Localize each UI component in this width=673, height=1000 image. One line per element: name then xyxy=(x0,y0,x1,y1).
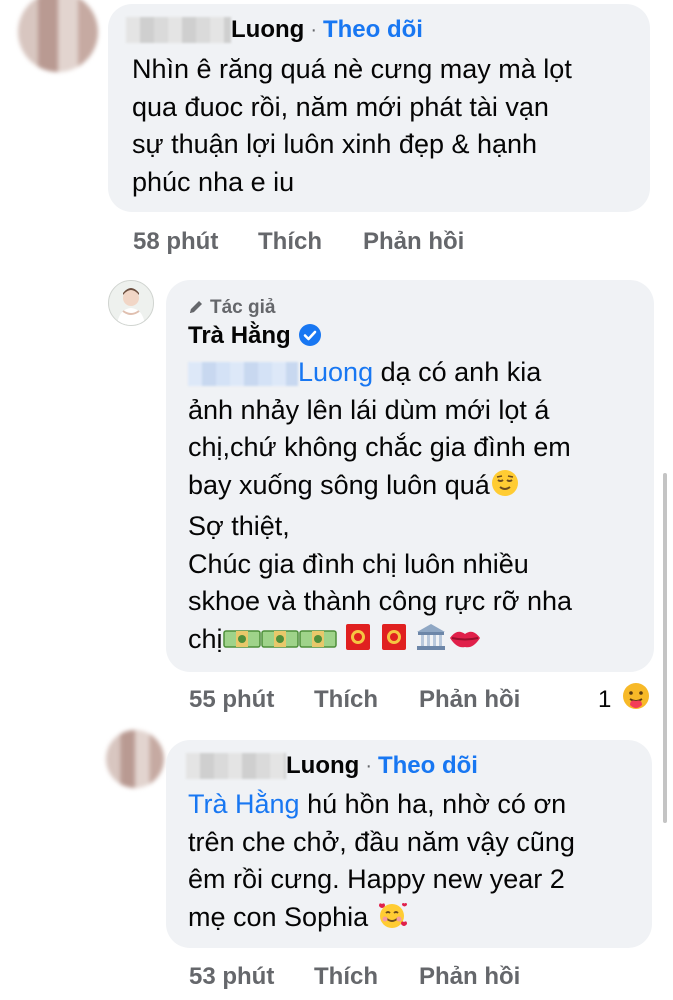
comment-header: Luong · Theo dõi xyxy=(186,752,478,784)
mention-link[interactable]: Luong xyxy=(298,357,373,387)
verified-badge-icon xyxy=(299,324,322,351)
like-button[interactable]: Thích xyxy=(314,963,378,991)
comment-line: mẹ con Sophia xyxy=(188,899,648,941)
comment-meta: 58 phút Thích Phản hồi xyxy=(0,228,673,258)
timestamp[interactable]: 58 phút xyxy=(133,228,218,256)
comment-line: Luong dạ có anh kia xyxy=(188,354,648,392)
money-emoji xyxy=(298,625,337,663)
follow-link[interactable]: Theo dõi xyxy=(378,752,478,779)
comment-line: ảnh nhảy lên lái dùm mới lọt á xyxy=(188,394,550,425)
reaction-count[interactable]: 1 xyxy=(598,686,611,714)
comment-text: Trà Hằng hú hồn ha, nhờ có ơn trên che c… xyxy=(188,786,648,940)
comment-line: êm rồi cưng. Happy new year 2 xyxy=(188,864,565,894)
blurred-mention xyxy=(188,361,298,386)
avatar-image xyxy=(109,281,153,325)
reply-button[interactable]: Phản hồi xyxy=(419,963,520,991)
comment-line-text: mẹ con Sophia xyxy=(188,901,369,932)
author-name[interactable]: Luong xyxy=(286,752,359,779)
care-reaction-icon[interactable] xyxy=(619,680,653,719)
comment-line: sự thuận lợi luôn xinh đẹp & hạnh xyxy=(132,129,538,159)
blurred-name xyxy=(186,753,286,779)
separator-dot: · xyxy=(365,754,372,777)
lips-emoji xyxy=(447,624,483,663)
author-name[interactable]: Luong xyxy=(231,16,304,43)
comment-line: trên che chở, đầu năm vậy cũng xyxy=(188,826,575,857)
bank-emoji xyxy=(415,622,447,663)
comment-meta: 53 phút Thích Phản hồi xyxy=(0,963,673,993)
comment-line: Sợ thiệt, xyxy=(188,511,290,541)
money-emoji xyxy=(260,625,299,663)
timestamp[interactable]: 53 phút xyxy=(189,963,274,991)
separator-dot: · xyxy=(310,18,317,41)
mention-link[interactable]: Trà Hằng xyxy=(188,789,300,819)
comment-meta: 55 phút Thích Phản hồi 1 xyxy=(0,686,673,716)
relieved-face-emoji xyxy=(490,468,520,509)
red-envelope-emoji xyxy=(380,622,408,663)
author-name[interactable]: Trà Hằng xyxy=(188,322,291,349)
commenter-avatar[interactable] xyxy=(18,0,98,72)
follow-link[interactable]: Theo dõi xyxy=(323,16,423,43)
comment-line-text: bay xuống sông luôn quá xyxy=(188,469,490,500)
blurred-name xyxy=(126,17,231,43)
red-envelope-emoji xyxy=(344,622,372,663)
timestamp[interactable]: 55 phút xyxy=(189,686,274,714)
reply-button[interactable]: Phản hồi xyxy=(419,686,520,714)
author-badge-label: Tác giả xyxy=(210,297,276,318)
comment-line-text: chị xyxy=(188,623,223,654)
comment-line: chị,chứ không chắc gia đình em xyxy=(188,432,571,462)
author-avatar[interactable] xyxy=(108,280,154,326)
comment-text: Luong dạ có anh kia ảnh nhảy lên lái dùm… xyxy=(188,354,648,662)
comment-line: bay xuống sông luôn quá xyxy=(188,467,648,509)
author-badge: Tác giả xyxy=(188,297,275,319)
money-emoji xyxy=(222,625,261,663)
comment-header: Trà Hằng xyxy=(188,322,322,351)
reply-button[interactable]: Phản hồi xyxy=(363,228,464,256)
comment-line-text: dạ có anh kia xyxy=(380,357,542,387)
comment-text: Nhìn ê răng quá nè cưng may mà lọt qua đ… xyxy=(132,51,632,201)
comment-line: Trà Hằng hú hồn ha, nhờ có ơn xyxy=(188,786,648,824)
comment-header: Luong · Theo dõi xyxy=(126,16,423,48)
comment-line: Nhìn ê răng quá nè cưng may mà lọt xyxy=(132,54,572,84)
commenter-avatar[interactable] xyxy=(106,730,164,788)
comment-line-text: hú hồn ha, nhờ có ơn xyxy=(307,789,567,819)
like-button[interactable]: Thích xyxy=(258,228,322,256)
comment-line: Chúc gia đình chị luôn nhiều xyxy=(188,548,529,579)
pencil-icon xyxy=(188,299,204,321)
comment-line: skhoe và thành công rực rỡ nha xyxy=(188,586,572,616)
scrollbar[interactable] xyxy=(663,473,667,823)
smiling-hearts-emoji xyxy=(376,900,408,941)
like-button[interactable]: Thích xyxy=(314,686,378,714)
comment-line: chị xyxy=(188,621,648,663)
comment-line: qua đuoc rồi, năm mới phát tài vạn xyxy=(132,91,549,122)
comment-line: phúc nha e iu xyxy=(132,166,295,197)
